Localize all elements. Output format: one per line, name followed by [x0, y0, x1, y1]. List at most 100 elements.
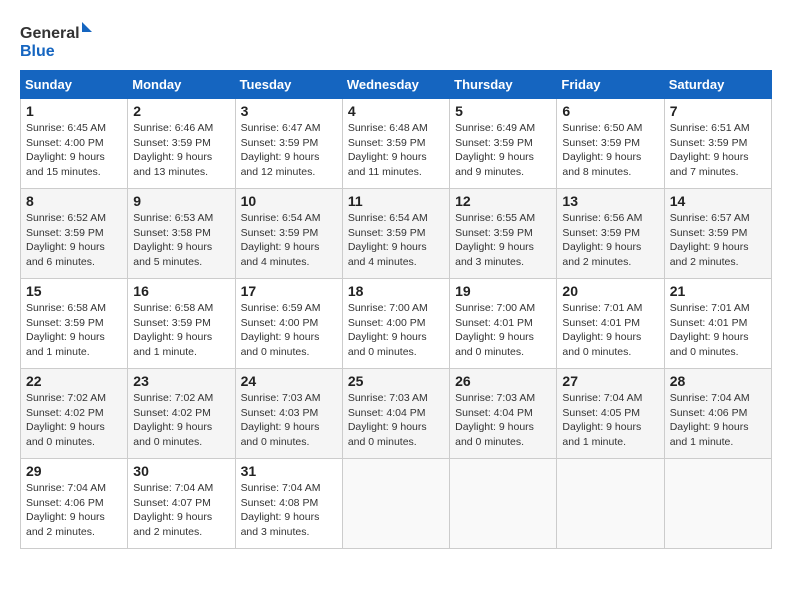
calendar-cell: 22Sunrise: 7:02 AMSunset: 4:02 PMDayligh…: [21, 369, 128, 459]
svg-text:Blue: Blue: [20, 43, 55, 60]
day-info: Sunrise: 6:53 AMSunset: 3:58 PMDaylight:…: [133, 211, 229, 270]
day-info: Sunrise: 6:50 AMSunset: 3:59 PMDaylight:…: [562, 121, 658, 180]
day-number: 29: [26, 463, 122, 479]
calendar-cell: 15 Sunrise: 6:58 AMSunset: 3:59 PMDayligh…: [21, 279, 128, 369]
calendar-cell: 1 Sunrise: 6:45 AMSunset: 4:00 PMDaylight…: [21, 99, 128, 189]
day-number: 9: [133, 193, 229, 209]
day-info: Sunrise: 6:57 AMSunset: 3:59 PMDaylight:…: [670, 211, 766, 270]
calendar-header-row: SundayMondayTuesdayWednesdayThursdayFrid…: [21, 71, 772, 99]
calendar-cell: 13 Sunrise: 6:56 AMSunset: 3:59 PMDayligh…: [557, 189, 664, 279]
calendar-cell: 24 Sunrise: 7:03 AMSunset: 4:03 PMDayligh…: [235, 369, 342, 459]
calendar-cell: 29 Sunrise: 7:04 AMSunset: 4:06 PMDayligh…: [21, 459, 128, 549]
day-number: 8: [26, 193, 122, 209]
calendar-table: SundayMondayTuesdayWednesdayThursdayFrid…: [20, 70, 772, 549]
day-number: 27: [562, 373, 658, 389]
day-number: 6: [562, 103, 658, 119]
calendar-cell: 4 Sunrise: 6:48 AMSunset: 3:59 PMDaylight…: [342, 99, 449, 189]
day-info: Sunrise: 6:49 AMSunset: 3:59 PMDaylight:…: [455, 121, 551, 180]
day-info: Sunrise: 6:55 AMSunset: 3:59 PMDaylight:…: [455, 211, 551, 270]
logo: GeneralBlue: [20, 20, 100, 60]
calendar-cell: [450, 459, 557, 549]
day-number: 31: [241, 463, 337, 479]
day-info: Sunrise: 7:00 AMSunset: 4:00 PMDaylight:…: [348, 301, 444, 360]
day-info: Sunrise: 6:47 AMSunset: 3:59 PMDaylight:…: [241, 121, 337, 180]
day-info: Sunrise: 7:04 AMSunset: 4:06 PMDaylight:…: [670, 391, 766, 450]
day-number: 3: [241, 103, 337, 119]
day-number: 15: [26, 283, 122, 299]
day-info: Sunrise: 6:51 AMSunset: 3:59 PMDaylight:…: [670, 121, 766, 180]
calendar-cell: 14 Sunrise: 6:57 AMSunset: 3:59 PMDayligh…: [664, 189, 771, 279]
day-info: Sunrise: 6:54 AMSunset: 3:59 PMDaylight:…: [348, 211, 444, 270]
day-number: 5: [455, 103, 551, 119]
calendar-cell: 20Sunrise: 7:01 AMSunset: 4:01 PMDayligh…: [557, 279, 664, 369]
day-info: Sunrise: 7:04 AMSunset: 4:07 PMDaylight:…: [133, 481, 229, 540]
calendar-cell: 23 Sunrise: 7:02 AMSunset: 4:02 PMDayligh…: [128, 369, 235, 459]
day-info: Sunrise: 7:02 AMSunset: 4:02 PMDaylight:…: [133, 391, 229, 450]
day-number: 4: [348, 103, 444, 119]
calendar-week-row: 1 Sunrise: 6:45 AMSunset: 4:00 PMDaylight…: [21, 99, 772, 189]
day-number: 18: [348, 283, 444, 299]
day-info: Sunrise: 6:58 AMSunset: 3:59 PMDaylight:…: [133, 301, 229, 360]
calendar-week-row: 29 Sunrise: 7:04 AMSunset: 4:06 PMDayligh…: [21, 459, 772, 549]
day-info: Sunrise: 6:54 AMSunset: 3:59 PMDaylight:…: [241, 211, 337, 270]
calendar-cell: 11 Sunrise: 6:54 AMSunset: 3:59 PMDayligh…: [342, 189, 449, 279]
day-info: Sunrise: 6:59 AMSunset: 4:00 PMDaylight:…: [241, 301, 337, 360]
day-number: 30: [133, 463, 229, 479]
calendar-cell: 30 Sunrise: 7:04 AMSunset: 4:07 PMDayligh…: [128, 459, 235, 549]
day-number: 14: [670, 193, 766, 209]
calendar-cell: 10 Sunrise: 6:54 AMSunset: 3:59 PMDayligh…: [235, 189, 342, 279]
logo-icon: GeneralBlue: [20, 20, 100, 60]
day-info: Sunrise: 6:45 AMSunset: 4:00 PMDaylight:…: [26, 121, 122, 180]
day-number: 26: [455, 373, 551, 389]
day-number: 17: [241, 283, 337, 299]
day-info: Sunrise: 7:02 AMSunset: 4:02 PMDaylight:…: [26, 391, 122, 450]
day-info: Sunrise: 7:04 AMSunset: 4:06 PMDaylight:…: [26, 481, 122, 540]
calendar-cell: 21 Sunrise: 7:01 AMSunset: 4:01 PMDayligh…: [664, 279, 771, 369]
calendar-cell: 17 Sunrise: 6:59 AMSunset: 4:00 PMDayligh…: [235, 279, 342, 369]
calendar-cell: 25Sunrise: 7:03 AMSunset: 4:04 PMDayligh…: [342, 369, 449, 459]
day-info: Sunrise: 7:00 AMSunset: 4:01 PMDaylight:…: [455, 301, 551, 360]
calendar-cell: [342, 459, 449, 549]
day-info: Sunrise: 7:01 AMSunset: 4:01 PMDaylight:…: [670, 301, 766, 360]
svg-text:General: General: [20, 25, 80, 42]
day-info: Sunrise: 7:03 AMSunset: 4:03 PMDaylight:…: [241, 391, 337, 450]
day-number: 21: [670, 283, 766, 299]
calendar-cell: 12 Sunrise: 6:55 AMSunset: 3:59 PMDayligh…: [450, 189, 557, 279]
day-number: 11: [348, 193, 444, 209]
day-info: Sunrise: 7:03 AMSunset: 4:04 PMDaylight:…: [348, 391, 444, 450]
calendar-cell: 27 Sunrise: 7:04 AMSunset: 4:05 PMDayligh…: [557, 369, 664, 459]
day-number: 7: [670, 103, 766, 119]
calendar-cell: [664, 459, 771, 549]
calendar-cell: 31Sunrise: 7:04 AMSunset: 4:08 PMDayligh…: [235, 459, 342, 549]
header-thursday: Thursday: [450, 71, 557, 99]
day-number: 16: [133, 283, 229, 299]
day-info: Sunrise: 6:58 AMSunset: 3:59 PMDaylight:…: [26, 301, 122, 360]
calendar-week-row: 22Sunrise: 7:02 AMSunset: 4:02 PMDayligh…: [21, 369, 772, 459]
day-number: 23: [133, 373, 229, 389]
calendar-cell: 8Sunrise: 6:52 AMSunset: 3:59 PMDaylight…: [21, 189, 128, 279]
day-number: 28: [670, 373, 766, 389]
day-number: 24: [241, 373, 337, 389]
day-number: 12: [455, 193, 551, 209]
day-number: 10: [241, 193, 337, 209]
day-number: 1: [26, 103, 122, 119]
calendar-week-row: 8Sunrise: 6:52 AMSunset: 3:59 PMDaylight…: [21, 189, 772, 279]
calendar-cell: 16 Sunrise: 6:58 AMSunset: 3:59 PMDayligh…: [128, 279, 235, 369]
header-sunday: Sunday: [21, 71, 128, 99]
day-number: 13: [562, 193, 658, 209]
day-info: Sunrise: 7:04 AMSunset: 4:05 PMDaylight:…: [562, 391, 658, 450]
header-friday: Friday: [557, 71, 664, 99]
calendar-cell: 9 Sunrise: 6:53 AMSunset: 3:58 PMDaylight…: [128, 189, 235, 279]
header-tuesday: Tuesday: [235, 71, 342, 99]
day-info: Sunrise: 6:56 AMSunset: 3:59 PMDaylight:…: [562, 211, 658, 270]
calendar-cell: 6 Sunrise: 6:50 AMSunset: 3:59 PMDaylight…: [557, 99, 664, 189]
day-info: Sunrise: 7:01 AMSunset: 4:01 PMDaylight:…: [562, 301, 658, 360]
calendar-cell: 2Sunrise: 6:46 AMSunset: 3:59 PMDaylight…: [128, 99, 235, 189]
calendar-cell: 28 Sunrise: 7:04 AMSunset: 4:06 PMDayligh…: [664, 369, 771, 459]
header-monday: Monday: [128, 71, 235, 99]
calendar-cell: [557, 459, 664, 549]
calendar-cell: 26Sunrise: 7:03 AMSunset: 4:04 PMDayligh…: [450, 369, 557, 459]
page-header: GeneralBlue: [20, 20, 772, 60]
calendar-cell: 18 Sunrise: 7:00 AMSunset: 4:00 PMDayligh…: [342, 279, 449, 369]
day-info: Sunrise: 6:48 AMSunset: 3:59 PMDaylight:…: [348, 121, 444, 180]
